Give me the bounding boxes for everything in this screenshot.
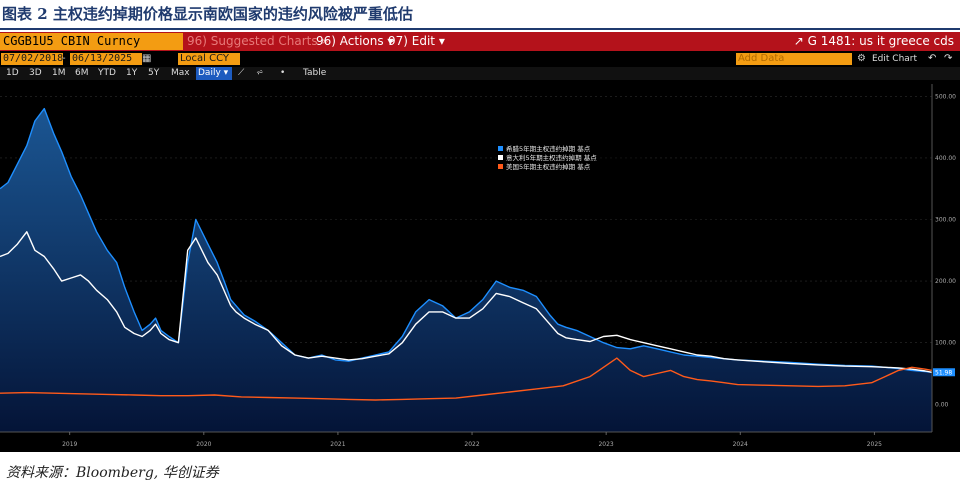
start-date-input[interactable]: 07/02/2018 <box>1 53 63 65</box>
command-text: G 1481: us it greece cds <box>807 34 954 48</box>
x-tick-label: 2020 <box>196 441 211 448</box>
y-tick-label: 200.00 <box>935 278 956 285</box>
y-axis: 500.00 400.00 300.00 200.00 100.00 0.00 51.98 <box>931 84 956 432</box>
legend-entry: 意大利5年期主权违约掉期 基点 <box>506 153 597 162</box>
suggested-charts-button[interactable]: 96) Suggested Charts » <box>187 33 329 50</box>
period-1d[interactable]: 1D <box>6 67 19 80</box>
legend-swatch <box>498 155 503 160</box>
legend-swatch <box>498 164 503 169</box>
figure-source: 资料来源：Bloomberg, 华创证券 <box>6 465 219 481</box>
date-separator: - <box>62 53 66 64</box>
security-input[interactable]: CGGB1U5 CBIN Curncy <box>0 33 183 50</box>
greece-area-fill <box>0 108 932 432</box>
y-tick-label: 400.00 <box>935 155 956 162</box>
x-tick-label: 2023 <box>598 441 613 448</box>
title-rule <box>0 28 960 30</box>
y-tick-label: 100.00 <box>935 340 956 347</box>
period-6m[interactable]: 6M <box>75 67 89 80</box>
period-max[interactable]: Max <box>171 67 190 80</box>
figure-title: 图表 2 主权违约掉期价格显示南欧国家的违约风险被严重低估 <box>2 5 413 23</box>
frequency-label: Daily <box>198 68 221 78</box>
period-1y[interactable]: 1Y <box>126 67 137 80</box>
table-button[interactable]: Table <box>303 67 326 80</box>
actions-menu[interactable]: 96) Actions ▾ <box>316 33 393 50</box>
period-3d[interactable]: 3D <box>29 67 42 80</box>
undo-icon[interactable]: ↶ <box>928 52 936 66</box>
line-chart-icon[interactable]: ⟋ <box>238 67 244 80</box>
y-tick-label: 0.00 <box>935 401 949 408</box>
period-1m[interactable]: 1M <box>52 67 66 80</box>
legend-entry: 美国5年期主权违约掉期 基点 <box>506 162 591 171</box>
x-tick-label: 2022 <box>464 441 479 448</box>
command-bar: CGGB1U5 CBIN Curncy 96) Suggested Charts… <box>0 32 960 51</box>
calendar-icon[interactable]: ▦ <box>142 52 151 66</box>
more-dots-icon[interactable]: • <box>280 67 285 80</box>
period-5y[interactable]: 5Y <box>148 67 159 80</box>
period-bar: 1D 3D 1M 6M YTD 1Y 5Y Max Daily ▾ ⟋ ⩫ • … <box>0 67 960 80</box>
settings-gear-icon[interactable]: ⚙ <box>857 52 866 66</box>
legend-entry: 希腊5年期主权违约掉期 基点 <box>506 144 591 153</box>
x-axis: 20182019202020212022202320242025 <box>0 431 932 448</box>
add-data-input[interactable]: Add Data <box>736 53 852 65</box>
redo-icon[interactable]: ↷ <box>944 52 952 66</box>
legend-swatch <box>498 146 503 151</box>
y-tick-label: 300.00 <box>935 217 956 224</box>
x-tick-label: 2021 <box>330 441 345 448</box>
last-value-label: 51.98 <box>935 369 952 376</box>
currency-select[interactable]: Local CCY <box>178 53 240 65</box>
end-date-input[interactable]: 06/13/2025 <box>70 53 142 65</box>
command-label[interactable]: ↗ G 1481: us it greece cds <box>794 33 954 50</box>
edit-menu[interactable]: 97) Edit ▾ <box>388 33 445 50</box>
y-tick-label: 500.00 <box>935 93 956 100</box>
x-tick-label: 2024 <box>733 441 748 448</box>
edit-chart-link[interactable]: Edit Chart <box>872 52 917 66</box>
x-tick-label: 2019 <box>62 441 77 448</box>
bloomberg-terminal: CGGB1U5 CBIN Curncy 96) Suggested Charts… <box>0 32 960 452</box>
chart-type-icon[interactable]: ⩫ <box>256 67 264 80</box>
frequency-select[interactable]: Daily ▾ <box>196 67 232 80</box>
period-ytd[interactable]: YTD <box>98 67 116 80</box>
x-tick-label: 2025 <box>867 441 882 448</box>
chart-legend: 希腊5年期主权违约掉期 基点意大利5年期主权违约掉期 基点美国5年期主权违约掉期… <box>494 142 642 174</box>
cds-chart: 500.00400.00300.00200.00100.000.0051.98 … <box>0 84 956 448</box>
export-icon[interactable]: ↗ <box>794 34 804 48</box>
date-bar: 07/02/2018 - 06/13/2025 ▦ Local CCY Add … <box>0 52 960 66</box>
